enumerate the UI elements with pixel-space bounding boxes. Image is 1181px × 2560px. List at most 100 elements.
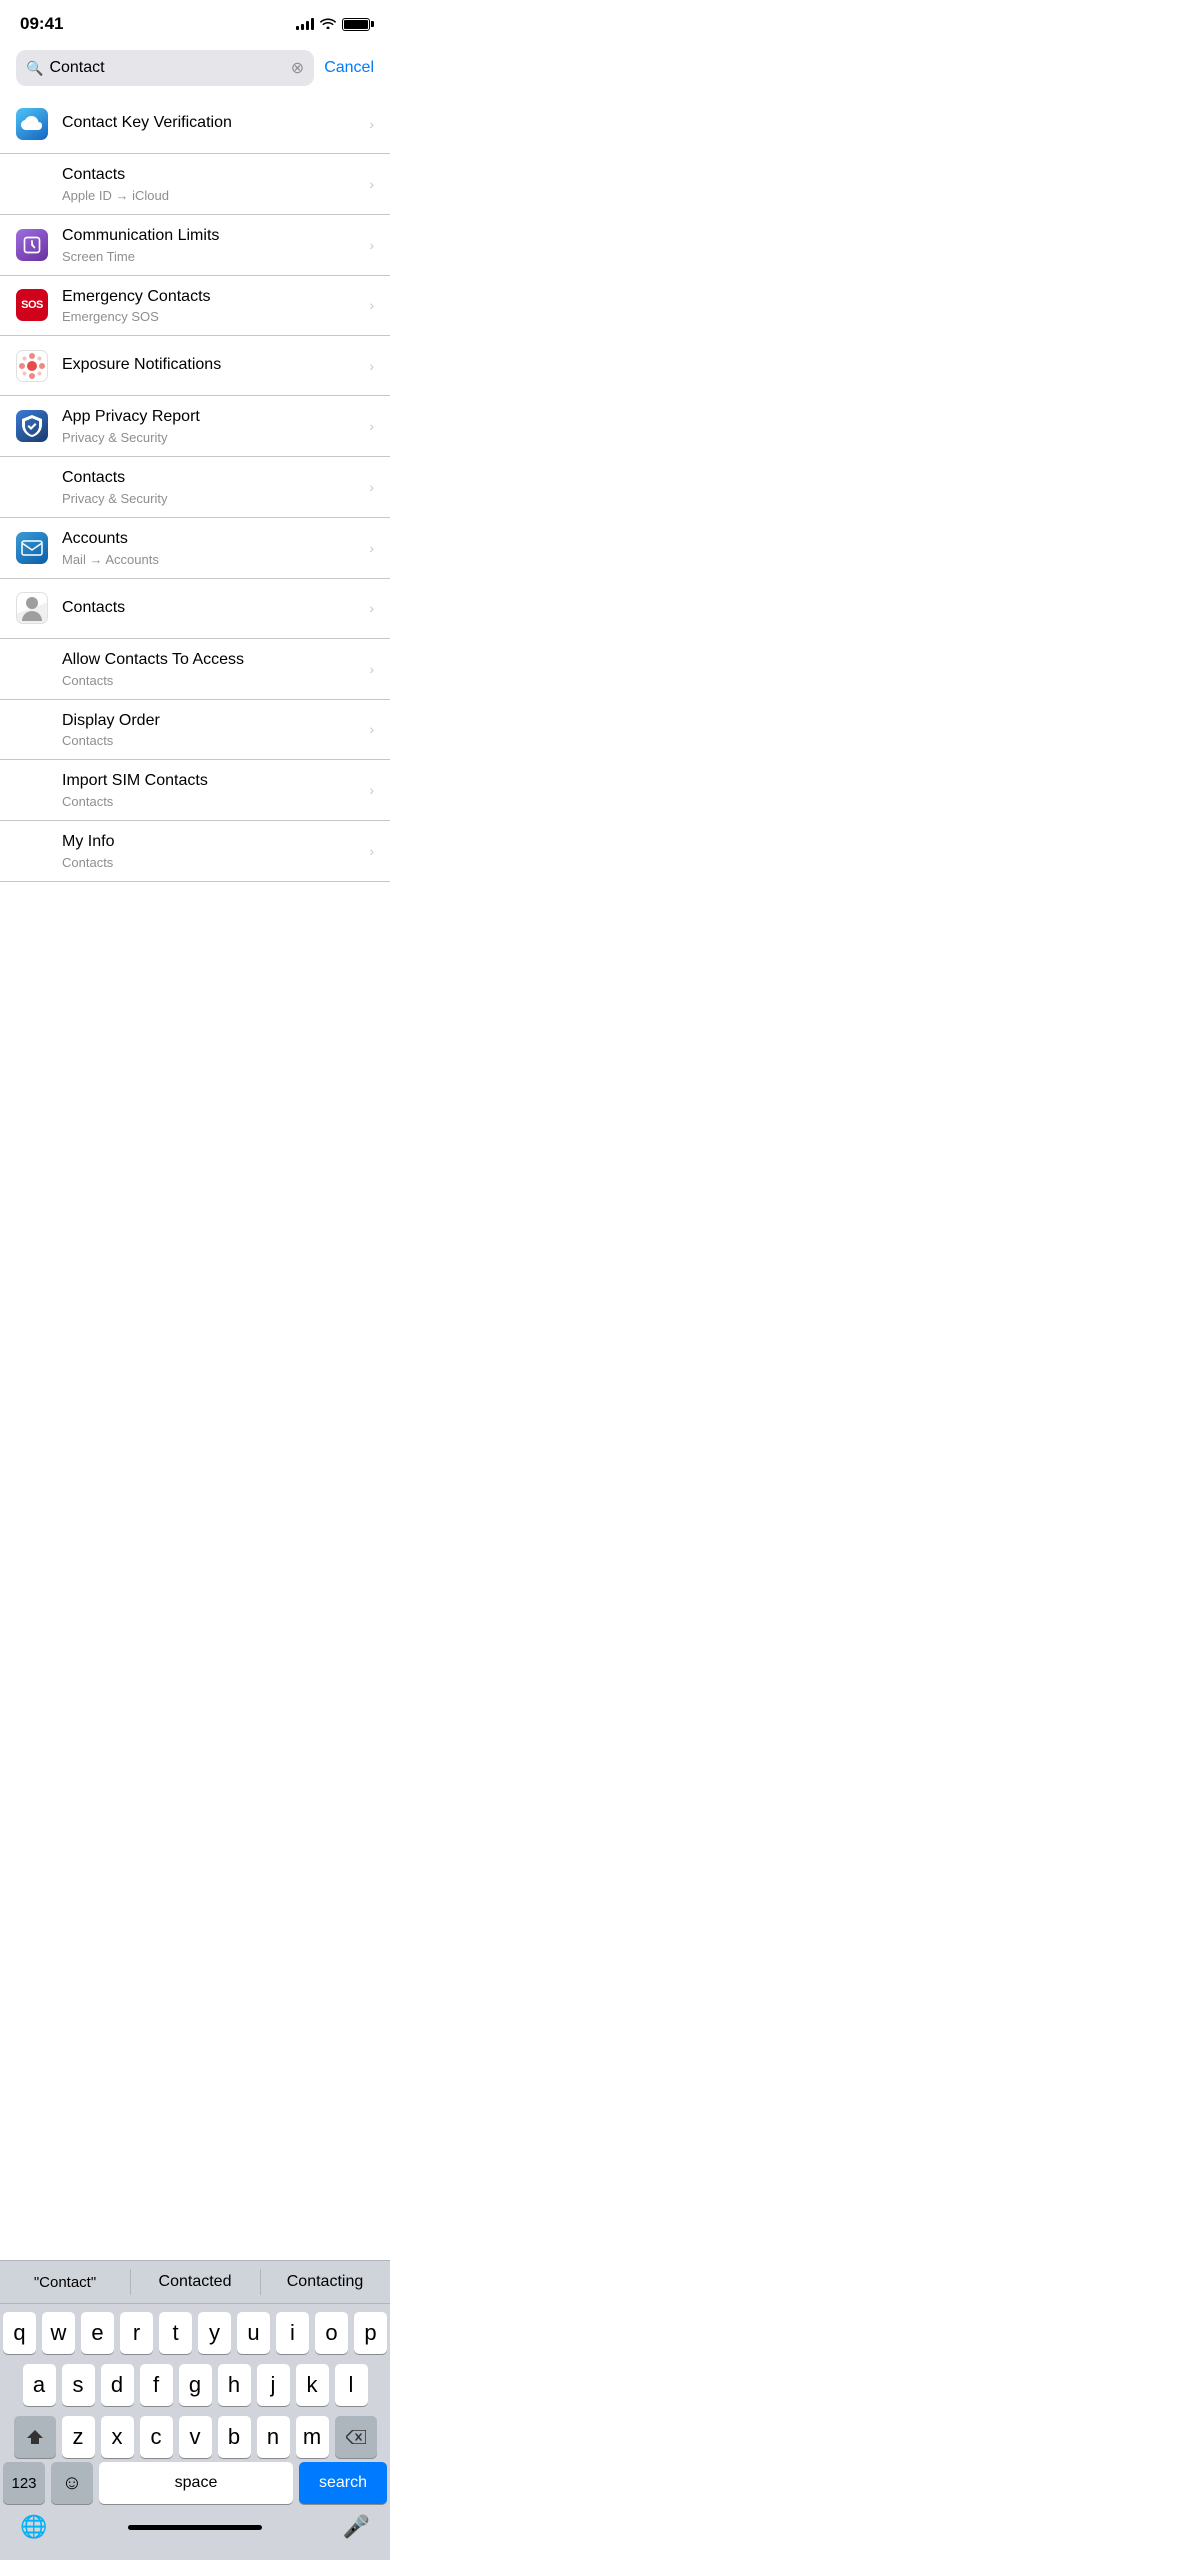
- result-title: App Privacy Report: [62, 407, 361, 428]
- shift-key[interactable]: [14, 2416, 56, 2458]
- key-t[interactable]: t: [159, 2312, 192, 2354]
- list-item[interactable]: Contact Key Verification ›: [0, 94, 390, 154]
- list-item[interactable]: Communication Limits Screen Time ›: [0, 215, 390, 276]
- chevron-right-icon: ›: [369, 843, 374, 859]
- result-subtitle: Contacts: [62, 733, 361, 748]
- search-bar-container: 🔍 ⊗ Cancel: [0, 42, 390, 94]
- chevron-right-icon: ›: [369, 661, 374, 677]
- signal-icon: [296, 18, 314, 30]
- chevron-right-icon: ›: [369, 782, 374, 798]
- delete-key[interactable]: [335, 2416, 377, 2458]
- result-title: Exposure Notifications: [62, 355, 361, 376]
- key-y[interactable]: y: [198, 2312, 231, 2354]
- key-j[interactable]: j: [257, 2364, 290, 2406]
- wifi-icon: [320, 16, 336, 32]
- screentime-icon: [16, 229, 48, 261]
- result-subtitle: Privacy & Security: [62, 491, 361, 506]
- result-title: Contact Key Verification: [62, 113, 361, 134]
- key-u[interactable]: u: [237, 2312, 270, 2354]
- result-title: Contacts: [62, 165, 361, 186]
- key-p[interactable]: p: [354, 2312, 387, 2354]
- exposure-icon: [16, 350, 48, 382]
- chevron-right-icon: ›: [369, 176, 374, 192]
- search-key[interactable]: search: [299, 2462, 387, 2504]
- key-c[interactable]: c: [140, 2416, 173, 2458]
- keyboard-suggestions: "Contact" Contacted Contacting: [0, 2260, 390, 2304]
- home-indicator: [128, 2525, 262, 2530]
- suggestion-contacting[interactable]: Contacting: [260, 2261, 390, 2303]
- list-item[interactable]: My Info Contacts ›: [0, 821, 390, 882]
- result-subtitle: Privacy & Security: [62, 430, 361, 445]
- chevron-right-icon: ›: [369, 721, 374, 737]
- microphone-icon[interactable]: 🎤: [343, 2514, 370, 2540]
- key-r[interactable]: r: [120, 2312, 153, 2354]
- key-w[interactable]: w: [42, 2312, 75, 2354]
- list-item[interactable]: Contacts ›: [0, 579, 390, 639]
- globe-icon[interactable]: 🌐: [20, 2514, 47, 2540]
- result-title: Import SIM Contacts: [62, 771, 361, 792]
- keyboard-rows: q w e r t y u i o p a s d f g h j k l: [0, 2304, 390, 2462]
- key-row-1: q w e r t y u i o p: [3, 2312, 387, 2354]
- key-l[interactable]: l: [335, 2364, 368, 2406]
- results-list: Contact Key Verification › Contacts Appl…: [0, 94, 390, 882]
- key-k[interactable]: k: [296, 2364, 329, 2406]
- key-h[interactable]: h: [218, 2364, 251, 2406]
- result-subtitle: Contacts: [62, 673, 361, 688]
- list-item[interactable]: Allow Contacts To Access Contacts ›: [0, 639, 390, 700]
- key-e[interactable]: e: [81, 2312, 114, 2354]
- search-input-wrapper[interactable]: 🔍 ⊗: [16, 50, 314, 86]
- privacy-icon: [16, 410, 48, 442]
- key-v[interactable]: v: [179, 2416, 212, 2458]
- status-bar: 09:41: [0, 0, 390, 42]
- chevron-right-icon: ›: [369, 358, 374, 374]
- list-item[interactable]: App Privacy Report Privacy & Security ›: [0, 396, 390, 457]
- space-key[interactable]: space: [99, 2462, 293, 2504]
- emoji-key[interactable]: ☺: [51, 2462, 93, 2504]
- list-item[interactable]: Import SIM Contacts Contacts ›: [0, 760, 390, 821]
- key-m[interactable]: m: [296, 2416, 329, 2458]
- result-subtitle: Contacts: [62, 855, 361, 870]
- clear-icon[interactable]: ⊗: [291, 58, 304, 78]
- numbers-key[interactable]: 123: [3, 2462, 45, 2504]
- list-item[interactable]: SOS Emergency Contacts Emergency SOS ›: [0, 276, 390, 337]
- key-q[interactable]: q: [3, 2312, 36, 2354]
- sos-icon: SOS: [16, 289, 48, 321]
- cancel-button[interactable]: Cancel: [324, 59, 374, 77]
- key-x[interactable]: x: [101, 2416, 134, 2458]
- key-z[interactable]: z: [62, 2416, 95, 2458]
- list-item[interactable]: Display Order Contacts ›: [0, 700, 390, 761]
- chevron-right-icon: ›: [369, 297, 374, 313]
- search-input[interactable]: [49, 59, 284, 77]
- keyboard-bottom-row: 123 ☺ space search: [0, 2462, 390, 2508]
- key-s[interactable]: s: [62, 2364, 95, 2406]
- result-title: Allow Contacts To Access: [62, 650, 361, 671]
- mail-icon: [16, 532, 48, 564]
- key-f[interactable]: f: [140, 2364, 173, 2406]
- result-title: Accounts: [62, 529, 361, 550]
- contacts-app-icon: [16, 592, 48, 624]
- key-d[interactable]: d: [101, 2364, 134, 2406]
- search-icon: 🔍: [26, 60, 43, 77]
- suggestion-contact-quoted[interactable]: "Contact": [0, 2261, 130, 2303]
- chevron-right-icon: ›: [369, 237, 374, 253]
- keyboard-extras: 🌐 🎤: [0, 2508, 390, 2560]
- key-a[interactable]: a: [23, 2364, 56, 2406]
- result-subtitle: Apple ID → iCloud: [62, 188, 361, 203]
- result-subtitle: Screen Time: [62, 249, 361, 264]
- chevron-right-icon: ›: [369, 418, 374, 434]
- list-item[interactable]: Contacts Apple ID → iCloud ›: [0, 154, 390, 215]
- list-item[interactable]: Exposure Notifications ›: [0, 336, 390, 396]
- key-g[interactable]: g: [179, 2364, 212, 2406]
- key-n[interactable]: n: [257, 2416, 290, 2458]
- key-row-3: z x c v b n m: [3, 2416, 387, 2458]
- chevron-right-icon: ›: [369, 479, 374, 495]
- list-item[interactable]: Contacts Privacy & Security ›: [0, 457, 390, 518]
- key-o[interactable]: o: [315, 2312, 348, 2354]
- key-row-2: a s d f g h j k l: [3, 2364, 387, 2406]
- list-item[interactable]: Accounts Mail → Accounts ›: [0, 518, 390, 579]
- suggestion-contacted[interactable]: Contacted: [130, 2261, 260, 2303]
- result-title: Emergency Contacts: [62, 287, 361, 308]
- icloud-icon: [16, 108, 48, 140]
- key-b[interactable]: b: [218, 2416, 251, 2458]
- key-i[interactable]: i: [276, 2312, 309, 2354]
